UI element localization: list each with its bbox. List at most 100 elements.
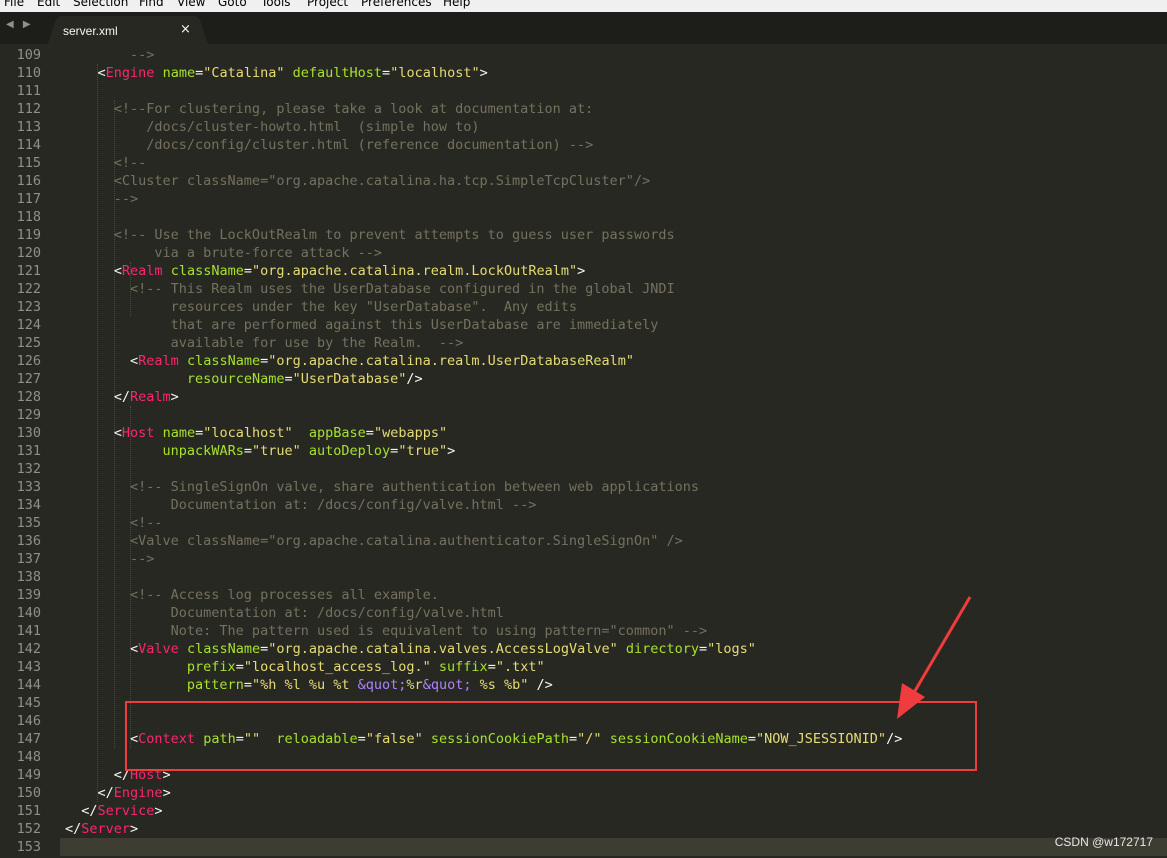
line-number: 129 (16, 407, 41, 423)
close-icon[interactable]: × (180, 22, 191, 37)
menu-project[interactable]: Project (307, 0, 348, 10)
code-token: name (162, 425, 196, 441)
code-token: </ (65, 785, 114, 801)
code-token: </ (65, 803, 98, 819)
code-line: </Engine> (65, 784, 171, 802)
code-token: <Cluster className="org.apache.catalina.… (65, 173, 651, 189)
code-token: --> (65, 551, 155, 567)
menu-goto[interactable]: Goto (218, 0, 247, 10)
code-token: = (243, 443, 252, 459)
code-line: resources under the key "UserDatabase". … (65, 298, 577, 316)
code-token: = (699, 641, 708, 657)
code-token: unpackWARs (162, 443, 244, 459)
menu-edit[interactable]: Edit (37, 0, 60, 10)
code-token: "Catalina" (203, 65, 285, 81)
code-token: "localhost_access_log." (243, 659, 431, 675)
code-token: = (235, 659, 244, 675)
menu-view[interactable]: View (177, 0, 205, 10)
line-number: 115 (16, 155, 41, 171)
code-token: name (162, 65, 196, 81)
line-number: 146 (16, 713, 41, 729)
code-token: resourceName (186, 371, 285, 387)
line-number: 119 (16, 227, 41, 243)
code-token: "logs" (707, 641, 756, 657)
line-number: 142 (16, 641, 41, 657)
code-line: <!-- This Realm uses the UserDatabase co… (65, 280, 675, 298)
code-token: className (170, 263, 244, 279)
code-line: prefix="localhost_access_log." suffix=".… (65, 658, 545, 676)
line-number: 147 (16, 731, 41, 747)
code-token: &quot; (422, 677, 472, 693)
menu-file[interactable]: File (4, 0, 24, 10)
line-number: 117 (16, 191, 41, 207)
code-token: autoDeploy (308, 443, 391, 459)
indent-guide (130, 262, 131, 316)
code-token: > (154, 803, 163, 819)
code-line: <!-- SingleSignOn valve, share authentic… (65, 478, 699, 496)
menu-selection[interactable]: Selection (73, 0, 128, 10)
menu-preferences[interactable]: Preferences (361, 0, 432, 10)
code-token: /docs/config/cluster.html (reference doc… (65, 137, 594, 153)
code-line: --> (65, 190, 138, 208)
line-number: 145 (16, 695, 41, 711)
code-line: <Cluster className="org.apache.catalina.… (65, 172, 650, 190)
tab-server-xml[interactable]: server.xml × (44, 16, 212, 46)
indent-guide (130, 406, 131, 748)
annotation-highlight-box (125, 701, 977, 771)
code-token: = (243, 263, 252, 279)
line-number: 130 (16, 425, 41, 441)
code-token: prefix (186, 659, 236, 675)
code-token: %r (406, 677, 423, 693)
line-number: 122 (16, 281, 41, 297)
code-token: Host (121, 425, 155, 441)
code-token: <!-- (65, 155, 147, 171)
line-number: 134 (16, 497, 41, 513)
line-number: 120 (16, 245, 41, 261)
menu-find[interactable]: Find (139, 0, 164, 10)
code-token: <!--For clustering, please take a look a… (65, 101, 594, 117)
line-number: 133 (16, 479, 41, 495)
code-token: pattern (186, 677, 244, 693)
line-number: 138 (16, 569, 41, 585)
code-line: </Service> (65, 802, 163, 820)
code-token: <Valve className="org.apache.catalina.au… (65, 533, 683, 549)
line-number: 136 (16, 533, 41, 549)
code-token: > (170, 389, 179, 405)
code-token: ".txt" (495, 659, 545, 675)
line-number: 109 (16, 47, 41, 63)
code-line: </Realm> (65, 388, 179, 406)
line-number: 150 (16, 785, 41, 801)
code-token: <!-- This Realm uses the UserDatabase co… (65, 281, 675, 297)
code-token: = (365, 425, 374, 441)
code-token: = (487, 659, 496, 675)
menu-bar: File Edit Selection Find View Goto Tools… (0, 0, 1167, 12)
code-token: > (162, 785, 171, 801)
code-token: "true" (251, 443, 301, 459)
code-line: <!--For clustering, please take a look a… (65, 100, 594, 118)
line-number: 113 (16, 119, 41, 135)
code-token: %s %b" (471, 677, 529, 693)
code-token: "webapps" (373, 425, 448, 441)
tab-nav-arrows-icon[interactable]: ◀ ▶ (6, 19, 34, 30)
code-line: <Realm className="org.apache.catalina.re… (65, 352, 634, 370)
code-token: > (130, 821, 139, 837)
menu-help[interactable]: Help (443, 0, 470, 10)
menu-tools[interactable]: Tools (261, 0, 291, 10)
code-token: = (243, 677, 252, 693)
code-line: <Host name="localhost" appBase="webapps" (65, 424, 447, 442)
code-token: Realm (138, 353, 179, 369)
code-line: <!-- Access log processes all example. (65, 586, 439, 604)
line-number: 135 (16, 515, 41, 531)
line-number: 126 (16, 353, 41, 369)
tab-title: server.xml (63, 24, 118, 38)
code-token: defaultHost (292, 65, 383, 81)
code-token: "org.apache.catalina.realm.LockOutRealm" (251, 263, 578, 279)
line-number: 116 (16, 173, 41, 189)
code-token: = (260, 641, 269, 657)
